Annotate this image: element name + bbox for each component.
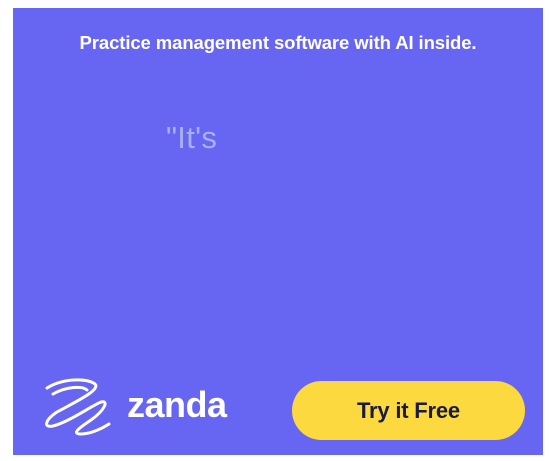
- brand-name: zanda: [127, 384, 227, 425]
- testimonial-quote-fragment: "It's: [166, 120, 218, 155]
- zanda-swirl-icon: [35, 372, 115, 442]
- ad-headline: Practice management software with AI ins…: [79, 32, 477, 53]
- zanda-logo: zanda: [35, 372, 227, 442]
- zanda-banner-ad[interactable]: Practice management software with AI ins…: [13, 8, 543, 455]
- try-it-free-button[interactable]: Try it Free: [292, 381, 525, 440]
